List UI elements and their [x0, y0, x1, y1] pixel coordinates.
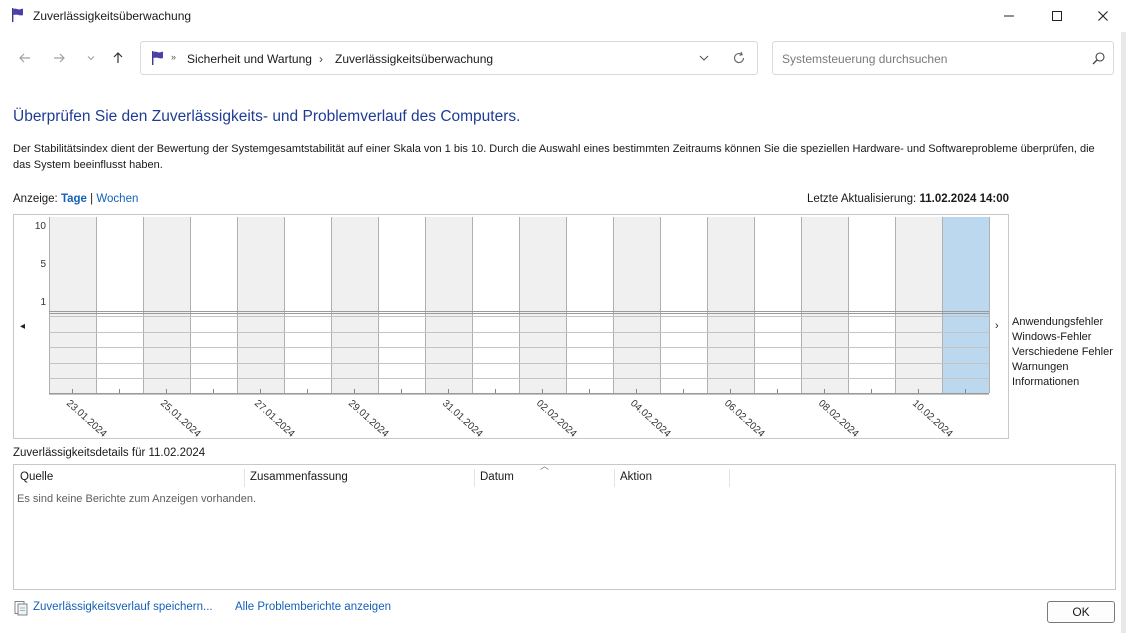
day-column[interactable] [519, 217, 566, 393]
stability-chart[interactable]: 10 5 1 ◂ › 23.01.2024 25.01.2024 27.01.2024 29.0… [13, 214, 1010, 440]
y-tick-label: 1 [40, 297, 46, 308]
day-column[interactable] [331, 217, 378, 393]
security-flag-icon [150, 50, 166, 66]
breadcrumb-security-maintenance[interactable]: Sicherheit und Wartung [187, 52, 312, 66]
legend-windows-errors: Windows-Fehler [1012, 331, 1092, 343]
details-label: Zuverlässigkeitsdetails für 11.02.2024 [13, 447, 206, 459]
day-column[interactable] [378, 217, 425, 393]
search-input[interactable]: Systemsteuerung durchsuchen [772, 41, 1114, 75]
column-divider[interactable] [614, 469, 615, 487]
breadcrumb-chevron-icon[interactable]: › [319, 52, 323, 66]
search-icon[interactable] [1091, 51, 1106, 66]
date-label: 27.01.2024 [252, 398, 297, 440]
date-label: 29.01.2024 [346, 398, 391, 440]
last-update-label: Letzte Aktualisierung: [806, 193, 917, 205]
title-bar: Zuverlässigkeitsüberwachung [0, 0, 1126, 32]
day-column[interactable] [190, 217, 237, 393]
date-label: 31.01.2024 [440, 398, 485, 440]
all-reports-link[interactable]: Alle Problemberichte anzeigen [235, 601, 391, 613]
sort-caret-icon: ︿ [540, 461, 550, 471]
footer: Zuverlässigkeitsverlauf speichern... All… [0, 595, 1126, 633]
details-table: ︿ Quelle Zusammenfassung Datum Aktion Es… [13, 461, 1116, 590]
day-column[interactable] [613, 217, 660, 393]
view-days-link[interactable]: Tage [61, 193, 87, 205]
day-column[interactable] [660, 217, 707, 393]
refresh-icon[interactable] [731, 50, 747, 66]
up-button[interactable] [107, 47, 129, 69]
column-header-action[interactable]: Aktion [620, 471, 652, 483]
navigation-bar: » Sicherheit und Wartung › Zuverlässigke… [0, 36, 1126, 80]
view-selector: Anzeige: Tage | Wochen [13, 193, 138, 205]
day-column[interactable] [801, 217, 848, 393]
date-label: 04.02.2024 [628, 398, 673, 440]
column-header-source[interactable]: Quelle [20, 471, 53, 483]
column-divider[interactable] [729, 469, 730, 487]
last-update-value: 11.02.2024 14:00 [919, 193, 1009, 205]
breadcrumb-reliability-monitor[interactable]: Zuverlässigkeitsüberwachung [335, 52, 493, 66]
day-column[interactable] [942, 217, 989, 393]
stability-chart-svg[interactable]: 10 5 1 ◂ › 23.01.2024 25.01.2024 27.01.2024 29.0… [14, 215, 1010, 440]
date-label: 23.01.2024 [64, 398, 109, 440]
window-title: Zuverlässigkeitsüberwachung [33, 9, 192, 23]
view-label: Anzeige: [13, 193, 58, 205]
day-column[interactable] [848, 217, 895, 393]
chart-legend: Anwendungsfehler Windows-Fehler Verschie… [1012, 315, 1113, 390]
date-label: 06.02.2024 [722, 398, 767, 440]
legend-warnings: Warnungen [1012, 361, 1069, 373]
forward-button[interactable] [48, 47, 70, 69]
day-column[interactable] [284, 217, 331, 393]
security-flag-icon [10, 7, 26, 23]
page-title: Überprüfen Sie den Zuverlässigkeits- und… [13, 108, 521, 125]
legend-misc-errors: Verschiedene Fehler [1012, 346, 1113, 358]
window-edge [1121, 32, 1126, 633]
ok-button[interactable]: OK [1047, 601, 1115, 623]
day-column[interactable] [566, 217, 613, 393]
date-label: 25.01.2024 [158, 398, 203, 440]
day-column[interactable] [49, 217, 96, 393]
y-tick-label: 10 [35, 221, 47, 232]
day-column[interactable] [96, 217, 143, 393]
save-report-icon [13, 600, 29, 616]
scroll-left-icon[interactable]: ◂ [20, 321, 25, 332]
last-update: Letzte Aktualisierung: 11.02.2024 14:00 [807, 193, 1009, 205]
view-separator: | [90, 193, 94, 205]
date-label: 10.02.2024 [910, 398, 955, 440]
column-header-summary[interactable]: Zusammenfassung [250, 471, 348, 483]
date-label: 08.02.2024 [816, 398, 861, 440]
save-history-link[interactable]: Zuverlässigkeitsverlauf speichern... [33, 601, 213, 613]
address-bar[interactable]: » Sicherheit und Wartung › Zuverlässigke… [140, 41, 758, 75]
column-divider[interactable] [244, 469, 245, 487]
scroll-right-icon[interactable]: › [995, 320, 999, 332]
back-button[interactable] [14, 47, 36, 69]
day-column[interactable] [472, 217, 519, 393]
recent-locations-button[interactable] [80, 47, 102, 69]
column-header-date[interactable]: Datum [480, 471, 514, 483]
view-weeks-link[interactable]: Wochen [96, 193, 138, 205]
maximize-button[interactable] [1034, 0, 1080, 32]
legend-information: Informationen [1012, 376, 1080, 388]
close-button[interactable] [1080, 0, 1126, 32]
column-divider[interactable] [474, 469, 475, 487]
address-dropdown-button[interactable] [696, 50, 712, 66]
day-column[interactable] [754, 217, 801, 393]
page-description: Der Stabilitätsindex dient der Bewertung… [13, 143, 1095, 171]
day-column[interactable] [895, 217, 942, 393]
legend-application-errors: Anwendungsfehler [1012, 316, 1104, 328]
search-placeholder: Systemsteuerung durchsuchen [782, 52, 948, 66]
breadcrumb-root-chevron-icon[interactable]: » [171, 52, 176, 62]
date-label: 02.02.2024 [534, 398, 579, 440]
day-column[interactable] [143, 217, 190, 393]
day-column[interactable] [707, 217, 754, 393]
day-column[interactable] [425, 217, 472, 393]
day-column[interactable] [237, 217, 284, 393]
minimize-button[interactable] [986, 0, 1032, 32]
empty-message: Es sind keine Berichte zum Anzeigen vorh… [17, 493, 257, 505]
y-tick-label: 5 [40, 259, 46, 270]
